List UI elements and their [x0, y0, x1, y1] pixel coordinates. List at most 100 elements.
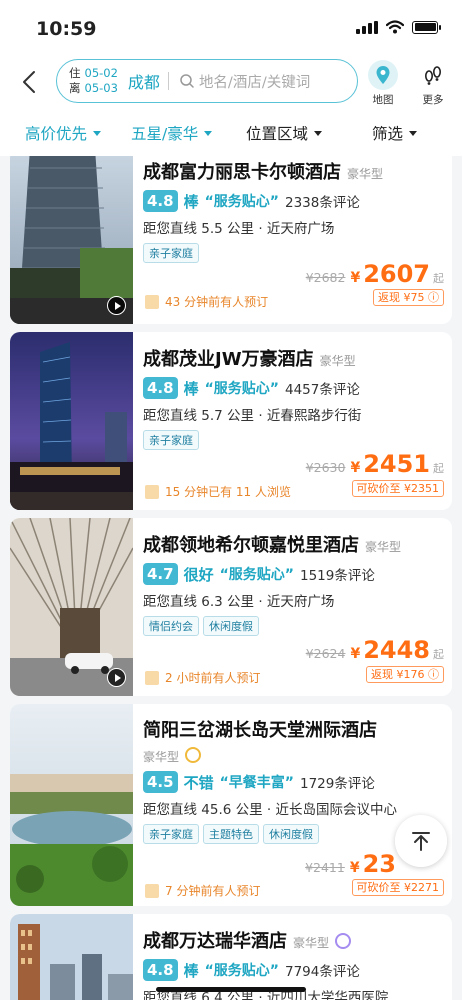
price-row: ¥2682 ¥2607 起	[306, 260, 444, 288]
original-price: ¥2411	[305, 860, 345, 875]
filter-more[interactable]: 筛选	[372, 122, 418, 144]
price-symbol: ¥	[350, 460, 361, 476]
filter-sort[interactable]: 高价优先	[25, 122, 102, 144]
medal-icon	[335, 933, 352, 949]
review-quote: “服务贴心”	[204, 963, 279, 979]
play-icon[interactable]	[107, 668, 126, 687]
wifi-icon	[386, 20, 404, 34]
more-button[interactable]: 更多	[418, 60, 448, 107]
rating-praise: 棒	[183, 379, 199, 398]
review-count: 4457条评论	[285, 382, 360, 398]
medal-icon	[185, 747, 202, 763]
booking-icon	[145, 883, 159, 898]
search-icon	[180, 74, 194, 88]
rating-praise: 棒	[183, 192, 199, 211]
hotel-tag: 亲子家庭	[143, 430, 199, 450]
play-icon[interactable]	[107, 296, 126, 315]
hotel-name: 成都领地希尔顿嘉悦里酒店	[143, 535, 359, 556]
review-count: 1519条评论	[300, 568, 375, 584]
footprint-icon	[418, 60, 448, 90]
booking-notice: 15 分钟已有 11 人浏览	[145, 483, 291, 500]
hotel-distance: 距您直线 6.3 公里 · 近天府广场	[143, 594, 335, 610]
search-divider	[167, 72, 169, 90]
promo-badge: 可砍价至 ¥2271	[351, 879, 444, 896]
hotel-card[interactable]: 成都茂业JW万豪酒店 豪华型 4.8 棒 “服务贴心” 4457条评论 距您直线 5.7…	[10, 332, 452, 510]
hotel-name: 成都万达瑞华酒店	[143, 931, 287, 952]
caret-down-icon	[314, 130, 323, 136]
map-pin-icon	[368, 60, 398, 90]
caret-down-icon	[409, 130, 418, 136]
arrow-up-icon	[412, 832, 430, 851]
home-indicator	[156, 987, 306, 992]
more-label: 更多	[422, 94, 444, 106]
checkin-date: 05-02	[84, 66, 118, 80]
checkout-label: 离	[69, 81, 81, 95]
caret-down-icon	[93, 130, 102, 136]
hotel-distance: 距您直线 5.7 公里 · 近春熙路步行街	[143, 408, 362, 424]
rating-score: 4.7	[143, 563, 178, 585]
rating-score: 4.8	[143, 959, 178, 981]
search-bar: 住离 05-02 05-03 成都 地名/酒店/关键词 地图 更多	[0, 56, 462, 108]
back-arrow-icon	[23, 71, 35, 93]
map-button[interactable]: 地图	[368, 60, 398, 107]
booking-text: 15 分钟已有 11 人浏览	[165, 485, 291, 499]
review-count: 7794条评论	[285, 964, 360, 980]
hotel-list: 成都富力丽思卡尔顿酒店 豪华型 4.8 棒 “服务贴心” 2338条评论 距您直线 5.…	[0, 156, 462, 1000]
rating-praise: 棒	[183, 961, 199, 980]
promo-badge: 返现 ¥75 ⓘ	[373, 289, 444, 306]
booking-icon	[145, 670, 159, 685]
hotel-card[interactable]: 成都富力丽思卡尔顿酒店 豪华型 4.8 棒 “服务贴心” 2338条评论 距您直线 5.…	[10, 156, 452, 324]
rating-praise: 不错	[183, 773, 214, 792]
search-input[interactable]: 地名/酒店/关键词	[199, 71, 310, 92]
hotel-tier: 豪华型	[319, 354, 356, 368]
hotel-photo	[10, 914, 133, 1000]
filter-more-label: 筛选	[372, 125, 404, 143]
rating-score: 4.5	[143, 771, 178, 793]
caret-down-icon	[204, 130, 213, 136]
booking-text: 2 小时前有人预订	[165, 671, 261, 685]
checkout-date: 05-03	[84, 81, 118, 95]
hotel-tag: 亲子家庭	[143, 243, 199, 263]
hotel-tier: 豪华型	[143, 750, 180, 764]
city-selector[interactable]: 成都	[128, 69, 160, 93]
review-quote: “服务贴心”	[219, 567, 294, 583]
price-row: ¥2624 ¥2448 起	[306, 636, 444, 664]
original-price: ¥2624	[305, 646, 346, 661]
hotel-tier: 豪华型	[365, 540, 402, 554]
checkin-label: 住	[69, 66, 81, 80]
booking-notice: 2 小时前有人预订	[145, 669, 260, 686]
original-price: ¥2682	[305, 270, 346, 285]
hotel-photo	[10, 704, 133, 906]
date-selector[interactable]: 住离 05-02 05-03	[69, 66, 118, 96]
search-box[interactable]: 住离 05-02 05-03 成都 地名/酒店/关键词	[56, 59, 358, 103]
price: 23	[362, 850, 396, 878]
signal-icon	[356, 20, 378, 34]
booking-notice: 43 分钟前有人预订	[145, 293, 268, 310]
review-quote: “服务贴心”	[204, 194, 279, 210]
rating-score: 4.8	[143, 190, 178, 212]
battery-icon	[412, 20, 441, 34]
hotel-tag: 主题特色	[203, 824, 259, 844]
back-button[interactable]	[14, 66, 44, 98]
price: 2451	[363, 450, 430, 478]
filter-location[interactable]: 位置区域	[246, 122, 323, 144]
price-row: ¥2630 ¥2451 起	[306, 450, 444, 478]
back-to-top-button[interactable]	[395, 815, 447, 867]
review-count: 1729条评论	[300, 776, 375, 792]
hotel-name: 简阳三岔湖长岛天堂洲际酒店	[143, 720, 377, 741]
hotel-card[interactable]: 成都领地希尔顿嘉悦里酒店 豪华型 4.7 很好 “服务贴心” 1519条评论 距您直线 …	[10, 518, 452, 696]
booking-text: 43 分钟前有人预订	[165, 295, 269, 309]
hotel-tier: 豪华型	[347, 167, 384, 181]
hotel-distance: 距您直线 45.6 公里 · 近长岛国际会议中心	[143, 802, 398, 818]
hotel-tag: 情侣约会	[143, 616, 199, 636]
filter-location-label: 位置区域	[246, 125, 309, 143]
filter-star[interactable]: 五星/豪华	[131, 122, 213, 144]
hotel-distance: 距您直线 5.5 公里 · 近天府广场	[143, 221, 335, 237]
price: 2607	[363, 260, 430, 288]
map-label: 地图	[372, 94, 394, 106]
review-quote: “早餐丰富”	[219, 775, 294, 791]
hotel-name: 成都富力丽思卡尔顿酒店	[143, 162, 341, 183]
status-time: 10:59	[36, 18, 97, 40]
review-count: 2338条评论	[285, 195, 360, 211]
hotel-card[interactable]: 简阳三岔湖长岛天堂洲际酒店 豪华型 4.5 不错 “早餐丰富” 1729条评论 距您直…	[10, 704, 452, 906]
